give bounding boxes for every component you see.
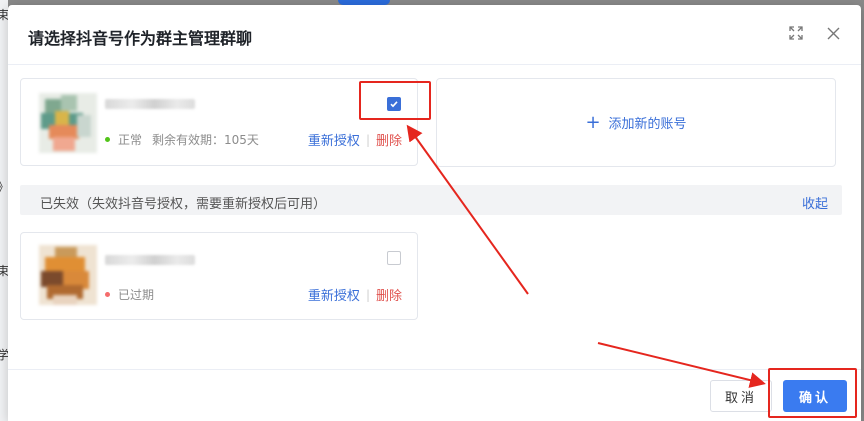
action-separator: | [365,287,370,302]
account-status: 正常 剩余有效期：105天 [105,131,259,148]
account-actions: 重新授权 | 删除 [308,130,402,150]
validity-text: 剩余有效期：105天 [152,133,259,147]
footer-divider [8,369,861,370]
check-icon [390,101,398,108]
collapse-link[interactable]: 收起 [802,193,828,212]
header-divider [8,64,861,65]
select-account-dialog: 请选择抖音号作为群主管理群聊 正常 剩余有效期：105天 重新授权 | 删除 +… [8,5,861,421]
reauthorize-link[interactable]: 重新授权 [308,130,360,149]
close-icon[interactable] [823,23,843,43]
avatar [39,245,97,305]
account-name-blurred [105,99,195,109]
confirm-button[interactable]: 确认 [783,380,847,412]
action-separator: | [365,132,370,147]
fullscreen-icon[interactable] [786,23,806,43]
delete-link[interactable]: 删除 [376,130,402,149]
expired-section-text: 已失效（失效抖音号授权，需要重新授权后可用） [40,197,327,212]
expired-section-header: 已失效（失效抖音号授权，需要重新授权后可用） 收起 [20,185,842,215]
dialog-title: 请选择抖音号作为群主管理群聊 [28,29,253,48]
reauthorize-link[interactable]: 重新授权 [308,285,360,304]
delete-link[interactable]: 删除 [376,285,402,304]
background-page-edge: 束 》 束 学 [0,0,9,421]
account-card-expired[interactable]: 已过期 重新授权 | 删除 [20,232,418,320]
account-name-blurred [105,255,195,265]
plus-icon: + [585,111,601,133]
status-text: 正常 [118,133,143,147]
cancel-button[interactable]: 取消 [710,380,772,412]
account-card-active[interactable]: 正常 剩余有效期：105天 重新授权 | 删除 [20,78,418,166]
account-status: 已过期 [105,286,154,303]
account-actions: 重新授权 | 删除 [308,285,402,305]
account-checkbox-unchecked[interactable] [387,251,401,265]
status-dot [105,292,110,297]
add-account-button[interactable]: + 添加新的账号 [436,78,836,167]
avatar [39,93,97,153]
account-checkbox-checked[interactable] [387,97,401,111]
status-dot [105,137,110,142]
add-account-label: 添加新的账号 [608,117,687,132]
status-text: 已过期 [118,288,155,302]
